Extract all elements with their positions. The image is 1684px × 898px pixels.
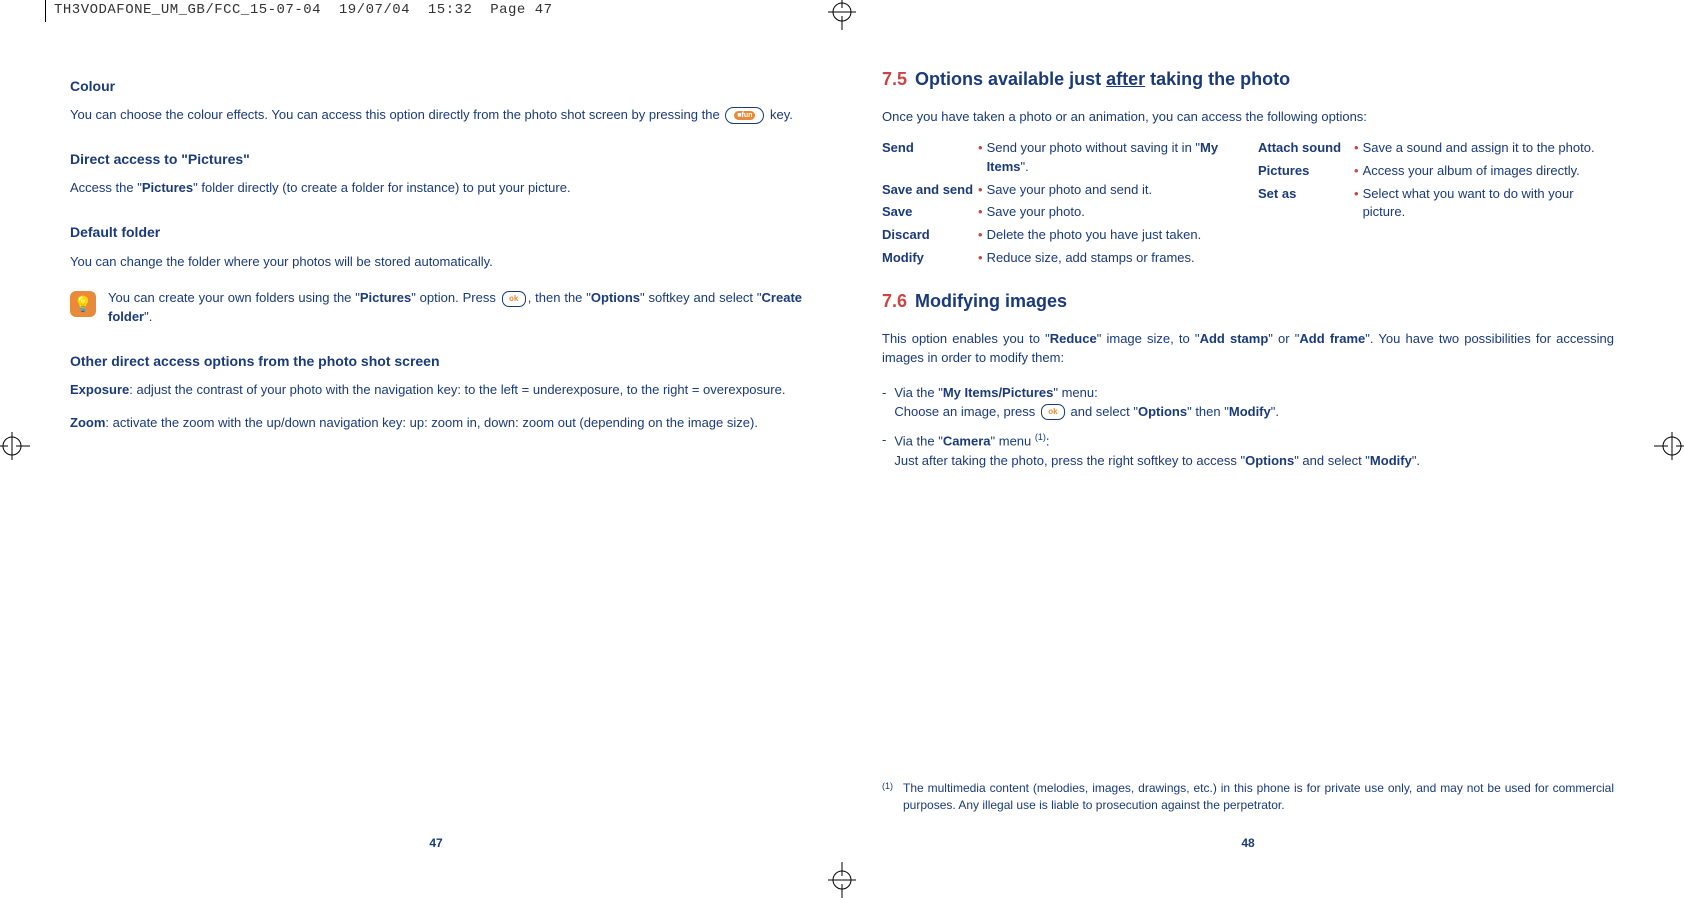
option-description: Save your photo and send it. bbox=[987, 181, 1238, 200]
options-column-left: Send•Send your photo without saving it i… bbox=[882, 139, 1238, 272]
heading-direct-access: Direct access to "Pictures" bbox=[70, 149, 802, 169]
para-75-intro: Once you have taken a photo or an animat… bbox=[882, 108, 1614, 127]
option-label: Discard bbox=[882, 226, 978, 245]
key-ok-icon: ok bbox=[502, 291, 526, 307]
print-time: 15:32 bbox=[428, 0, 473, 20]
option-label: Modify bbox=[882, 249, 978, 268]
option-description: Save your photo. bbox=[987, 203, 1238, 222]
bullet-icon: • bbox=[978, 181, 983, 200]
method-my-items: - Via the "My Items/Pictures" menu: Choo… bbox=[882, 384, 1614, 422]
option-description: Access your album of images directly. bbox=[1363, 162, 1614, 181]
bullet-icon: • bbox=[978, 203, 983, 222]
option-row: Attach sound•Save a sound and assign it … bbox=[1258, 139, 1614, 158]
para-zoom: Zoom: activate the zoom with the up/down… bbox=[70, 414, 802, 433]
heading-7-5: 7.5Options available just after taking t… bbox=[882, 66, 1614, 92]
option-description: Save a sound and assign it to the photo. bbox=[1363, 139, 1614, 158]
method-list: - Via the "My Items/Pictures" menu: Choo… bbox=[882, 384, 1614, 481]
key-ok-icon: ok bbox=[1041, 404, 1065, 420]
option-label: Send bbox=[882, 139, 978, 158]
option-description: Delete the photo you have just taken. bbox=[987, 226, 1238, 245]
lightbulb-icon: 💡 bbox=[70, 291, 96, 317]
options-grid: Send•Send your photo without saving it i… bbox=[882, 139, 1614, 272]
option-row: Modify•Reduce size, add stamps or frames… bbox=[882, 249, 1238, 268]
crop-mark-left-icon bbox=[0, 428, 30, 464]
option-description: Select what you want to do with your pic… bbox=[1363, 185, 1614, 223]
key-fun-icon: ■fun bbox=[725, 107, 764, 124]
print-date: 19/07/04 bbox=[339, 0, 410, 20]
page-number-left: 47 bbox=[70, 815, 802, 852]
bullet-icon: • bbox=[1354, 185, 1359, 204]
option-row: Discard•Delete the photo you have just t… bbox=[882, 226, 1238, 245]
options-column-right: Attach sound•Save a sound and assign it … bbox=[1258, 139, 1614, 272]
option-row: Save•Save your photo. bbox=[882, 203, 1238, 222]
option-label: Set as bbox=[1258, 185, 1354, 204]
bullet-icon: • bbox=[978, 249, 983, 268]
option-description: Send your photo without saving it in "My… bbox=[987, 139, 1238, 177]
para-default-folder: You can change the folder where your pho… bbox=[70, 253, 802, 272]
para-colour: You can choose the colour effects. You c… bbox=[70, 106, 802, 125]
page-48: 7.5Options available just after taking t… bbox=[882, 62, 1614, 852]
option-label: Save bbox=[882, 203, 978, 222]
bullet-icon: • bbox=[978, 139, 983, 158]
option-row: Pictures•Access your album of images dir… bbox=[1258, 162, 1614, 181]
heading-colour: Colour bbox=[70, 76, 802, 96]
option-row: Send•Send your photo without saving it i… bbox=[882, 139, 1238, 177]
option-label: Attach sound bbox=[1258, 139, 1354, 158]
footnote-1: (1) The multimedia content (melodies, im… bbox=[882, 764, 1614, 815]
crop-mark-right-icon bbox=[1654, 428, 1684, 464]
heading-other-access: Other direct access options from the pho… bbox=[70, 351, 802, 371]
print-filename: TH3VODAFONE_UM_GB/FCC_15-07-04 bbox=[54, 0, 321, 20]
option-row: Set as•Select what you want to do with y… bbox=[1258, 185, 1614, 223]
heading-7-6: 7.6Modifying images bbox=[882, 288, 1614, 314]
method-camera: - Via the "Camera" menu (1): Just after … bbox=[882, 431, 1614, 470]
tip-text: You can create your own folders using th… bbox=[108, 289, 802, 327]
para-76-intro: This option enables you to "Reduce" imag… bbox=[882, 330, 1614, 368]
print-page-label: Page 47 bbox=[490, 0, 552, 20]
option-row: Save and send•Save your photo and send i… bbox=[882, 181, 1238, 200]
para-exposure: Exposure: adjust the contrast of your ph… bbox=[70, 381, 802, 400]
bullet-icon: • bbox=[978, 226, 983, 245]
heading-default-folder: Default folder bbox=[70, 222, 802, 242]
option-label: Pictures bbox=[1258, 162, 1354, 181]
crop-mark-bottom-icon bbox=[824, 862, 860, 898]
option-description: Reduce size, add stamps or frames. bbox=[987, 249, 1238, 268]
para-direct-access: Access the "Pictures" folder directly (t… bbox=[70, 179, 802, 198]
bullet-icon: • bbox=[1354, 139, 1359, 158]
bullet-icon: • bbox=[1354, 162, 1359, 181]
page-number-right: 48 bbox=[882, 815, 1614, 852]
tip-create-folder: 💡 You can create your own folders using … bbox=[70, 289, 802, 327]
option-label: Save and send bbox=[882, 181, 978, 200]
crop-mark-top-icon bbox=[824, 0, 860, 30]
page-47: Colour You can choose the colour effects… bbox=[70, 62, 802, 852]
